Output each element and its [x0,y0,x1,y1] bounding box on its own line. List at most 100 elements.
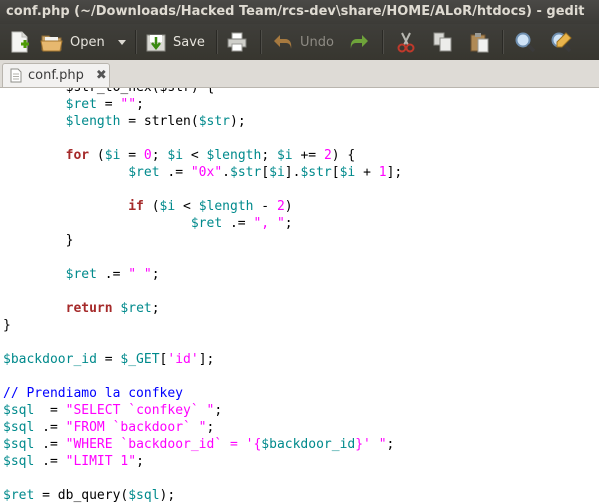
code-token: $ret [65,97,97,112]
code-token: ); [159,488,176,503]
open-button[interactable]: Open [40,29,105,55]
open-folder-icon [40,35,63,52]
tab-bar: conf.php ✖ [0,60,599,88]
code-token: "0x" [190,165,223,180]
code-token: ) [284,199,293,214]
code-token: $ret [120,301,152,316]
code-token: "" [120,97,137,112]
window-title: conf.php (~/Downloads/Hacked Team/rcs-de… [0,0,599,24]
code-token: .= [159,165,191,180]
code-editor[interactable]: $str_to_hex($str) { $ret = ""; $length =… [0,88,599,503]
code-token: ( [89,148,105,163]
code-token: ; [151,148,168,163]
code-view: $str_to_hex($str) { $ret = ""; $length =… [3,88,402,503]
code-token: " " [128,267,152,282]
open-label: Open [70,34,105,50]
undo-button[interactable]: Undo [272,29,334,55]
code-token: $ret [3,488,35,503]
code-token: [ [261,165,270,180]
code-line: $length = strlen($str); [3,113,402,130]
code-line: $sql .= "WHERE `backdoor_id` = '{$backdo… [3,436,402,453]
new-document-button[interactable] [8,29,30,55]
code-token: < [183,148,207,163]
code-token: ; [206,420,215,435]
cut-button[interactable] [396,29,416,55]
code-token: "SELECT `confkey` " [65,403,215,418]
undo-label: Undo [300,34,334,50]
code-token: ); [230,114,246,129]
code-token: 2 [276,199,285,214]
toolbar-separator [135,30,137,54]
code-line: } [3,232,402,249]
code-token: $i [159,199,176,214]
search-icon [515,32,536,53]
redo-icon [350,35,368,49]
code-token: = [120,148,144,163]
toolbar-separator [502,30,504,54]
save-label: Save [173,34,205,50]
code-token: + [355,165,379,180]
code-token: $str [198,114,231,129]
toolbar-separator [216,30,218,54]
copy-button[interactable] [432,29,454,55]
code-token: 2 [323,148,332,163]
code-token: ; [136,97,144,112]
code-token: $_GET [120,352,160,367]
code-token: ; [151,301,160,316]
code-token: $length [65,114,121,129]
code-line: return $ret; [3,300,402,317]
code-token: ]; [386,165,403,180]
find-button[interactable] [514,29,536,55]
code-token: $ret [65,267,97,282]
code-line: $sql .= "FROM `backdoor` "; [3,419,402,436]
toolbar-separator [382,30,384,54]
undo-icon [274,35,292,49]
tab-conf-php[interactable]: conf.php ✖ [2,63,110,87]
code-token: ; [151,267,160,282]
code-token: . [222,165,230,180]
close-tab-icon[interactable]: ✖ [96,68,107,83]
code-token: ) { [331,148,356,163]
code-token: .= [96,267,129,282]
toolbar: Open Save Undo [0,24,599,61]
code-token: $i [339,165,356,180]
code-line: if ($i < $length - 2) [3,198,402,215]
code-token: = strlen( [120,114,199,129]
code-line: for ($i = 0; $i < $length; $i += 2) { [3,147,402,164]
redo-button[interactable] [348,29,370,55]
code-token: $length [206,148,262,163]
code-token: = [96,97,121,112]
code-token: return [65,301,113,316]
code-token: 1 [378,165,387,180]
chevron-down-icon [118,40,126,45]
open-recent-dropdown[interactable] [118,29,126,55]
code-token: [ [331,165,340,180]
code-token: $i [104,148,121,163]
code-token: 0 [143,148,152,163]
copy-icon [433,32,452,52]
code-token: = [96,352,121,367]
code-token: ]; [198,352,215,367]
print-icon [227,32,247,52]
code-line: $sql .= "LIMIT 1"; [3,453,402,470]
code-token: 'id' [167,352,199,367]
code-line: $ret .= " "; [3,266,402,283]
code-token: .= [222,216,254,231]
code-token: for [65,148,90,163]
code-line: $ret .= ", "; [3,215,402,232]
code-token: $i [167,148,184,163]
paste-button[interactable] [468,29,490,55]
code-line: } [3,317,402,334]
code-token: ]. [284,165,301,180]
print-button[interactable] [226,29,248,55]
find-replace-button[interactable] [550,29,572,55]
save-button[interactable]: Save [145,29,205,55]
code-line: $sql = "SELECT `confkey` "; [3,402,402,419]
